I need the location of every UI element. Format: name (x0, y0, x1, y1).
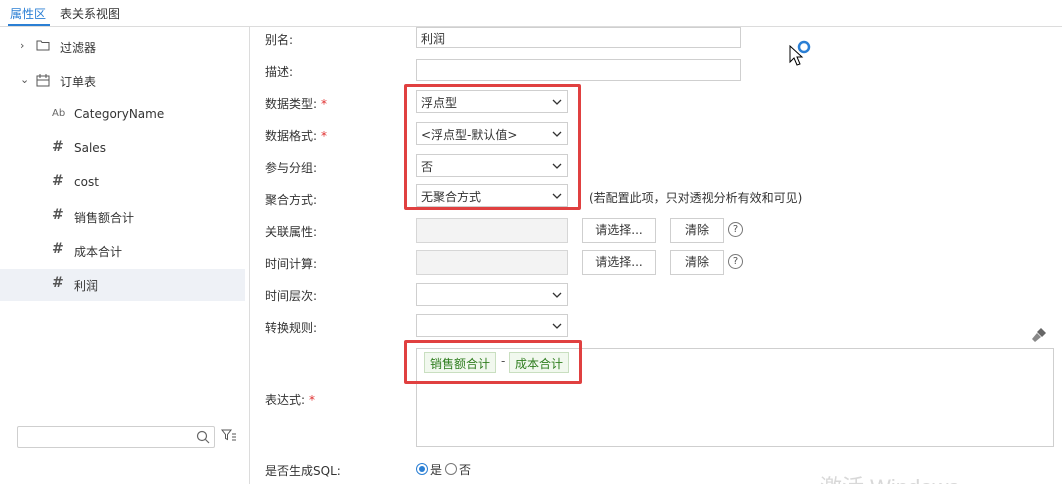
chevron-right-icon[interactable]: › (20, 40, 30, 51)
time-calc-label: 时间计算: (265, 257, 318, 271)
tree-item-label: 成本合计 (74, 245, 123, 259)
related-attribute-input (416, 218, 568, 243)
related-attribute-label: 关联属性: (265, 225, 318, 239)
tree-item-field[interactable]: # Sales (0, 133, 245, 165)
tree-item-field[interactable]: # 销售额合计 (0, 201, 245, 233)
convert-rule-label: 转换规则: (265, 321, 318, 335)
folder-icon (36, 40, 50, 51)
field-tree-panel: › 过滤器 ⌄ 订单表 Ab CategoryName # Sales # co… (0, 27, 250, 484)
tree-item-label: CategoryName (74, 107, 165, 121)
tree-item-label: Sales (74, 141, 106, 155)
data-format-label: 数据格式: * (265, 129, 328, 143)
time-calc-select-button[interactable]: 请选择... (582, 250, 656, 275)
number-field-icon: # (52, 275, 64, 291)
generate-sql-no-label[interactable]: 否 (459, 461, 471, 478)
search-icon[interactable] (196, 430, 210, 444)
tab-properties[interactable]: 属性区 (10, 5, 46, 22)
alias-label: 别名: (265, 33, 294, 47)
active-tab-indicator (8, 24, 50, 26)
number-field-icon: # (52, 241, 64, 257)
time-calc-input (416, 250, 568, 275)
highlight-box-expression (404, 340, 582, 384)
tree-item-field[interactable]: Ab CategoryName (0, 99, 245, 131)
brush-icon[interactable] (1031, 327, 1047, 343)
related-clear-button[interactable]: 清除 (670, 218, 724, 243)
grouping-label: 参与分组: (265, 161, 318, 175)
generate-sql-label: 是否生成SQL: (265, 464, 341, 478)
number-field-icon: # (52, 207, 64, 223)
filter-icon[interactable] (221, 428, 237, 442)
tree-item-order-table[interactable]: ⌄ 订单表 (0, 65, 245, 97)
cursor-icon (789, 40, 811, 66)
description-input[interactable] (416, 59, 741, 81)
tree-item-field[interactable]: # cost (0, 167, 245, 199)
help-icon[interactable]: ? (728, 222, 743, 237)
tree-item-label: 订单表 (60, 75, 97, 89)
text-field-icon: Ab (52, 108, 66, 119)
table-icon (36, 74, 50, 87)
aggregation-note: (若配置此项，只对透视分析有效和可见) (589, 191, 803, 205)
tree-item-label: 利润 (74, 279, 99, 293)
tab-table-relations[interactable]: 表关系视图 (60, 5, 120, 22)
expression-label: 表达式: * (265, 393, 316, 407)
chevron-down-icon (552, 323, 562, 329)
aggregation-label: 聚合方式: (265, 193, 318, 207)
windows-activation-watermark: 激活 Windows (820, 470, 959, 484)
tree-item-label: cost (74, 175, 99, 189)
number-field-icon: # (52, 139, 64, 155)
tree-item-filter[interactable]: › 过滤器 (0, 31, 245, 63)
highlight-box-type-settings (404, 84, 581, 210)
related-select-button[interactable]: 请选择... (582, 218, 656, 243)
alias-input[interactable]: 利润 (416, 27, 741, 48)
description-label: 描述: (265, 65, 294, 79)
time-level-select[interactable] (416, 283, 568, 306)
chevron-down-icon[interactable]: ⌄ (20, 74, 30, 85)
tab-bar: 属性区 表关系视图 (0, 0, 1062, 27)
tree-item-label: 销售额合计 (74, 211, 135, 225)
time-calc-clear-button[interactable]: 清除 (670, 250, 724, 275)
generate-sql-yes-radio[interactable] (416, 463, 428, 475)
generate-sql-yes-label[interactable]: 是 (430, 461, 442, 478)
number-field-icon: # (52, 173, 64, 189)
tree-item-field[interactable]: # 成本合计 (0, 235, 245, 267)
chevron-down-icon (552, 292, 562, 298)
tree-item-label: 过滤器 (60, 41, 97, 55)
generate-sql-no-radio[interactable] (445, 463, 457, 475)
convert-rule-select[interactable] (416, 314, 568, 337)
tree-search-input[interactable] (17, 426, 215, 448)
tree-item-field-selected[interactable]: # 利润 (0, 269, 245, 301)
data-type-label: 数据类型: * (265, 97, 328, 111)
help-icon[interactable]: ? (728, 254, 743, 269)
time-level-label: 时间层次: (265, 289, 318, 303)
